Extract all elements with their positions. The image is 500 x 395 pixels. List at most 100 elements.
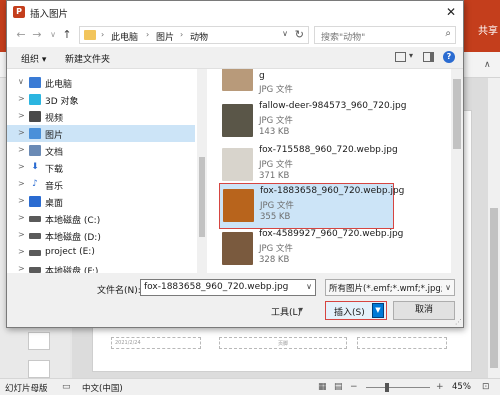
chevron-icon[interactable]: > — [18, 94, 25, 103]
file-item[interactable]: fallow-deer-984573_960_720.jpg JPG 文件 14… — [219, 99, 406, 145]
nav-item-documents[interactable]: > 文档 — [7, 142, 195, 159]
close-icon[interactable]: ✕ — [443, 4, 459, 20]
insert-button[interactable]: 插入(S) ▼ — [325, 301, 387, 320]
chevron-down-icon[interactable]: ▾ — [299, 305, 303, 314]
chevron-icon[interactable]: > — [18, 162, 25, 171]
nav-item-this-pc[interactable]: ∨ 此电脑 — [7, 74, 195, 91]
recent-locations-icon[interactable]: ∨ — [47, 28, 59, 42]
zoom-percent[interactable]: 45% — [452, 382, 471, 392]
chevron-icon[interactable]: > — [18, 213, 25, 222]
file-list-scrollbar[interactable] — [451, 69, 463, 273]
file-type: JPG 文件 — [259, 244, 293, 254]
nav-item-label: 图片 — [45, 131, 64, 141]
nav-item-music[interactable]: > ♪ 音乐 — [7, 176, 195, 193]
nav-item-videos[interactable]: > 视频 — [7, 108, 195, 125]
tools-button[interactable]: 工具(L) — [271, 305, 301, 318]
share-button[interactable]: 共享 — [478, 22, 498, 37]
file-name: fox-715588_960_720.webp.jpg — [259, 145, 398, 155]
canvas-scrollbar[interactable] — [488, 78, 500, 378]
slide-sorter-icon[interactable]: ▤ — [334, 382, 343, 392]
nav-pane-scrollbar-thumb[interactable] — [199, 157, 205, 237]
nav-item-pictures[interactable]: > 图片 — [7, 125, 195, 142]
zoom-in-icon[interactable]: + — [436, 382, 444, 392]
nav-item-label: 本地磁盘 (C:) — [45, 216, 101, 226]
chevron-icon[interactable]: > — [18, 179, 25, 188]
chevron-down-icon[interactable]: ∨ — [282, 29, 288, 38]
forward-arrow-icon[interactable]: → — [31, 28, 43, 42]
nav-item-desktop[interactable]: > 桌面 — [7, 193, 195, 210]
zoom-slider[interactable] — [366, 387, 430, 388]
resize-grip-icon[interactable]: ⋰ — [455, 318, 462, 326]
zoom-out-icon[interactable]: − — [350, 382, 358, 392]
nav-pane-scrollbar[interactable] — [197, 69, 207, 273]
breadcrumb[interactable]: › 此电脑 › 图片 › 动物 ∨ ↻ — [79, 26, 309, 44]
footer-placeholder[interactable]: 页脚 — [219, 337, 347, 349]
cancel-button[interactable]: 取消 — [393, 301, 455, 320]
chevron-icon[interactable]: > — [18, 230, 25, 239]
nav-item-drive-f[interactable]: > 本地磁盘 (F:) — [7, 261, 195, 273]
slide-thumbnail[interactable] — [28, 360, 50, 378]
file-name: g — [259, 71, 265, 81]
breadcrumb-this-pc[interactable]: 此电脑 — [111, 30, 138, 43]
new-folder-button[interactable]: 新建文件夹 — [65, 52, 110, 65]
breadcrumb-pictures[interactable]: 图片 — [156, 30, 174, 43]
chevron-down-icon[interactable]: ∨ — [306, 282, 312, 291]
zoom-slider-thumb[interactable] — [385, 383, 389, 392]
file-thumbnail — [223, 189, 254, 222]
nav-item-label: 3D 对象 — [45, 97, 79, 107]
nav-item-label: 桌面 — [45, 199, 64, 209]
accessibility-icon[interactable]: ▭ — [62, 382, 71, 392]
file-type-filter[interactable]: 所有图片(*.emf;*.wmf;*.jpg;*.j ∨ — [325, 279, 455, 296]
slide-number-placeholder[interactable] — [357, 337, 447, 349]
file-name: fox-1883658_960_720.webp.jpg — [260, 186, 405, 196]
search-icon[interactable]: ⌕ — [445, 28, 451, 39]
view-mode-label: 幻灯片母版 — [5, 384, 48, 394]
file-thumbnail — [222, 232, 253, 265]
file-item-selected[interactable]: fox-1883658_960_720.webp.jpg JPG 文件 355 … — [219, 183, 404, 229]
chevron-icon[interactable]: > — [18, 196, 25, 205]
dialog-toolbar: 组织 ▾ 新建文件夹 ▾ ? — [7, 47, 463, 69]
file-type: JPG 文件 — [259, 116, 293, 126]
file-thumbnail — [222, 69, 253, 91]
nav-item-drive-e[interactable]: > project (E:) — [7, 244, 195, 261]
nav-item-downloads[interactable]: > ⬇ 下载 — [7, 159, 195, 176]
slide-thumbnail[interactable] — [28, 332, 50, 350]
file-item[interactable]: fox-4589927_960_720.webp.jpg JPG 文件 328 … — [219, 227, 403, 273]
date-placeholder[interactable]: 2021/2/24 — [111, 337, 201, 349]
chevron-down-icon[interactable]: ∨ — [442, 280, 454, 295]
breadcrumb-animals[interactable]: 动物 — [190, 30, 208, 43]
canvas-scrollbar-thumb[interactable] — [490, 208, 498, 368]
preview-pane-icon[interactable] — [423, 52, 434, 62]
nav-item-drive-d[interactable]: > 本地磁盘 (D:) — [7, 227, 195, 244]
fit-to-window-icon[interactable]: ⊡ — [482, 382, 490, 392]
help-icon[interactable]: ? — [443, 51, 455, 63]
file-item[interactable]: g JPG 文件 — [219, 69, 394, 99]
refresh-icon[interactable]: ↻ — [295, 28, 304, 41]
chevron-icon[interactable]: > — [18, 145, 25, 154]
chevron-icon[interactable]: > — [18, 264, 25, 273]
download-icon: ⬇ — [31, 162, 39, 172]
change-view-icon[interactable] — [395, 52, 406, 62]
filename-field[interactable]: fox-1883658_960_720.webp.jpg ∨ — [140, 279, 316, 296]
chevron-icon[interactable]: > — [18, 247, 25, 256]
address-bar-row: ← → ∨ ↑ › 此电脑 › 图片 › 动物 ∨ ↻ 搜索"动物" ⌕ — [7, 23, 463, 47]
insert-dropdown-icon[interactable]: ▼ — [372, 303, 384, 318]
chevron-icon[interactable]: > — [18, 128, 25, 137]
chevron-icon[interactable]: ∨ — [18, 77, 24, 86]
footer-placeholder-text: 页脚 — [278, 341, 289, 347]
search-input[interactable]: 搜索"动物" ⌕ — [314, 26, 456, 44]
back-arrow-icon[interactable]: ← — [15, 28, 27, 42]
chevron-down-icon[interactable]: ▾ — [409, 51, 413, 60]
file-list-scrollbar-thumb[interactable] — [453, 79, 461, 149]
organize-button[interactable]: 组织 ▾ — [21, 52, 46, 65]
language-label[interactable]: 中文(中国) — [82, 382, 123, 394]
normal-view-icon[interactable]: ▦ — [318, 382, 327, 392]
nav-item-drive-c[interactable]: > 本地磁盘 (C:) — [7, 210, 195, 227]
breadcrumb-separator-icon: › — [101, 30, 105, 39]
nav-item-3d-objects[interactable]: > 3D 对象 — [7, 91, 195, 108]
chevron-icon[interactable]: > — [18, 111, 25, 120]
file-size: 371 KB — [259, 171, 290, 181]
file-type: JPG 文件 — [259, 85, 293, 95]
ribbon-collapse-icon[interactable]: ∧ — [484, 60, 494, 70]
up-arrow-icon[interactable]: ↑ — [61, 28, 73, 42]
